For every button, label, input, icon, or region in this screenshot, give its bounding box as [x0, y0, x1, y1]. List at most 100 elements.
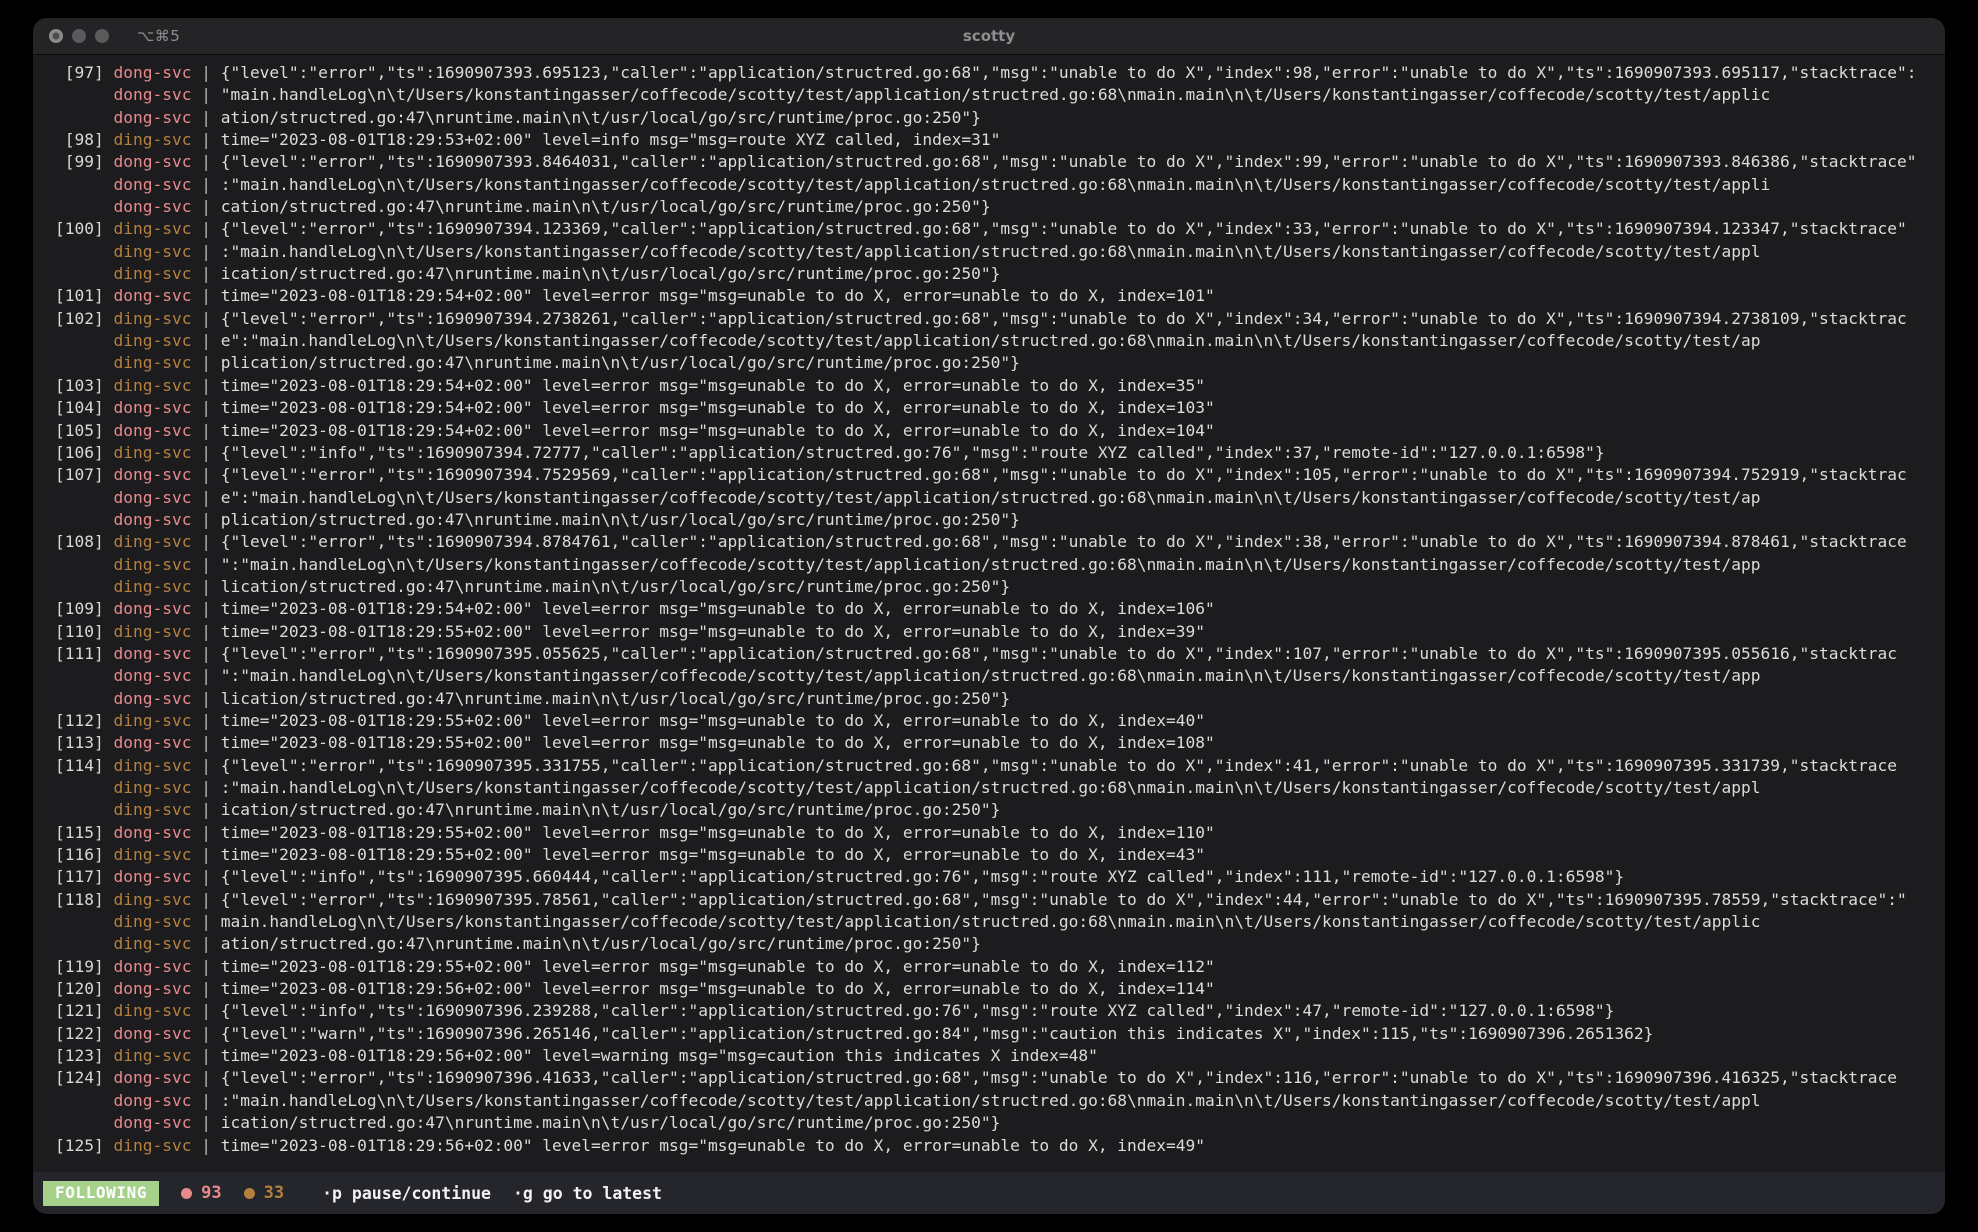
log-line-index: [101] [55, 286, 114, 306]
log-separator: | [191, 1113, 221, 1133]
log-message: plication/structred.go:47\nruntime.main\… [220, 353, 1020, 373]
log-line[interactable]: [105] dong-svc | time="2023-08-01T18:29:… [33, 420, 1945, 442]
log-line-index [55, 197, 113, 216]
log-service-label: ding-svc [113, 442, 192, 462]
log-message: time="2023-08-01T18:29:56+02:00" level=e… [220, 979, 1215, 999]
log-line[interactable]: [110] ding-svc | time="2023-08-01T18:29:… [33, 621, 1945, 643]
log-separator: | [191, 1135, 221, 1155]
log-line-index: [120] [55, 979, 114, 999]
log-line-index: [124] [55, 1068, 114, 1088]
log-line[interactable]: ding-svc | ":"main.handleLog\n\t/Users/k… [33, 554, 1945, 576]
log-line[interactable]: [120] dong-svc | time="2023-08-01T18:29:… [33, 978, 1945, 1000]
log-line[interactable]: [101] dong-svc | time="2023-08-01T18:29:… [33, 285, 1945, 307]
log-service-label: dong-svc [113, 822, 192, 842]
log-message: {"level":"info","ts":1690907394.72777,"c… [220, 442, 1605, 462]
log-line[interactable]: ding-svc | ication/structred.go:47\nrunt… [33, 799, 1945, 821]
keybinding-hint[interactable]: ·g go to latest [513, 1184, 662, 1203]
log-line[interactable]: [109] dong-svc | time="2023-08-01T18:29:… [33, 598, 1945, 620]
log-line[interactable]: [98] ding-svc | time="2023-08-01T18:29:5… [33, 129, 1945, 151]
log-separator: | [191, 63, 221, 82]
log-line[interactable]: [118] ding-svc | {"level":"error","ts":1… [33, 889, 1945, 911]
log-line[interactable]: [123] ding-svc | time="2023-08-01T18:29:… [33, 1045, 1945, 1067]
log-line[interactable]: [115] dong-svc | time="2023-08-01T18:29:… [33, 822, 1945, 844]
follow-mode-badge[interactable]: FOLLOWING [43, 1180, 160, 1206]
terminal-window: ⌥⌘5 scotty [97] dong-svc | {"level":"err… [33, 18, 1945, 1214]
keybinding-label: go to latest [542, 1183, 662, 1203]
log-line-index: [110] [55, 621, 114, 641]
log-line[interactable]: ding-svc | :"main.handleLog\n\t/Users/ko… [33, 241, 1945, 263]
log-line-index [55, 1113, 113, 1132]
log-message: "main.handleLog\n\t/Users/konstantingass… [220, 85, 1771, 105]
log-service-label: dong-svc [113, 956, 192, 976]
log-line[interactable]: dong-svc | ication/structred.go:47\nrunt… [33, 1112, 1945, 1134]
log-line[interactable]: [103] ding-svc | time="2023-08-01T18:29:… [33, 375, 1945, 397]
log-line[interactable]: [125] ding-svc | time="2023-08-01T18:29:… [33, 1135, 1945, 1157]
log-line[interactable]: [117] dong-svc | {"level":"info","ts":16… [33, 866, 1945, 888]
keybinding-hint[interactable]: ·p pause/continue [322, 1184, 491, 1203]
log-line[interactable]: [97] dong-svc | {"level":"error","ts":16… [33, 62, 1945, 84]
log-line-index: [114] [55, 755, 114, 775]
log-line[interactable]: ding-svc | ication/structred.go:47\nrunt… [33, 263, 1945, 285]
close-button[interactable] [49, 29, 63, 43]
log-line[interactable]: [106] ding-svc | {"level":"info","ts":16… [33, 442, 1945, 464]
log-line[interactable]: ding-svc | lication/structred.go:47\nrun… [33, 576, 1945, 598]
log-line[interactable]: [121] ding-svc | {"level":"info","ts":16… [33, 1000, 1945, 1022]
log-line-index: [106] [55, 442, 114, 462]
log-line-index: [102] [55, 308, 114, 328]
log-line[interactable]: [113] dong-svc | time="2023-08-01T18:29:… [33, 732, 1945, 754]
log-separator: | [191, 465, 221, 485]
log-line[interactable]: [114] ding-svc | {"level":"error","ts":1… [33, 755, 1945, 777]
log-line-index [55, 488, 113, 507]
log-service-label: dong-svc [113, 465, 192, 485]
log-line-index: [116] [55, 845, 114, 865]
log-line-index: [115] [55, 822, 114, 842]
log-message: time="2023-08-01T18:29:55+02:00" level=e… [220, 822, 1215, 842]
log-line-index: [112] [55, 710, 114, 730]
log-line[interactable]: [124] dong-svc | {"level":"error","ts":1… [33, 1067, 1945, 1089]
zoom-button[interactable] [95, 29, 109, 43]
log-message: time="2023-08-01T18:29:53+02:00" level=i… [220, 130, 1001, 150]
log-line[interactable]: [100] ding-svc | {"level":"error","ts":1… [33, 218, 1945, 240]
log-line-index [55, 912, 113, 931]
log-line[interactable]: [102] ding-svc | {"level":"error","ts":1… [33, 308, 1945, 330]
log-separator: | [191, 554, 221, 574]
log-line[interactable]: ding-svc | ation/structred.go:47\nruntim… [33, 933, 1945, 955]
log-line[interactable]: dong-svc | plication/structred.go:47\nru… [33, 509, 1945, 531]
log-line[interactable]: [108] ding-svc | {"level":"error","ts":1… [33, 531, 1945, 553]
log-separator: | [191, 889, 221, 909]
log-line[interactable]: [116] ding-svc | time="2023-08-01T18:29:… [33, 844, 1945, 866]
log-separator: | [191, 576, 221, 596]
log-line[interactable]: [119] dong-svc | time="2023-08-01T18:29:… [33, 956, 1945, 978]
log-line[interactable]: dong-svc | cation/structred.go:47\nrunti… [33, 196, 1945, 218]
log-service-label: ding-svc [113, 130, 192, 150]
log-service-label: ding-svc [113, 934, 192, 954]
log-line[interactable]: dong-svc | "main.handleLog\n\t/Users/kon… [33, 84, 1945, 106]
log-line[interactable]: [122] dong-svc | {"level":"warn","ts":16… [33, 1023, 1945, 1045]
log-line[interactable]: ding-svc | :"main.handleLog\n\t/Users/ko… [33, 777, 1945, 799]
log-line[interactable]: [107] dong-svc | {"level":"error","ts":1… [33, 464, 1945, 486]
title-bar: ⌥⌘5 scotty [33, 18, 1945, 55]
log-line[interactable]: dong-svc | lication/structred.go:47\nrun… [33, 688, 1945, 710]
log-line[interactable]: ding-svc | plication/structred.go:47\nru… [33, 352, 1945, 374]
log-line[interactable]: [112] ding-svc | time="2023-08-01T18:29:… [33, 710, 1945, 732]
log-message: {"level":"error","ts":1690907394.2738261… [220, 308, 1907, 328]
log-message: plication/structred.go:47\nruntime.main\… [220, 509, 1020, 529]
log-line[interactable]: ding-svc | e":"main.handleLog\n\t/Users/… [33, 330, 1945, 352]
log-line[interactable]: [111] dong-svc | {"level":"error","ts":1… [33, 643, 1945, 665]
minimize-button[interactable] [72, 29, 86, 43]
log-line[interactable]: [99] dong-svc | {"level":"error","ts":16… [33, 151, 1945, 173]
log-separator: | [191, 845, 221, 865]
log-line-index: [108] [55, 532, 114, 552]
log-line[interactable]: ding-svc | main.handleLog\n\t/Users/kons… [33, 911, 1945, 933]
log-line[interactable]: dong-svc | :"main.handleLog\n\t/Users/ko… [33, 174, 1945, 196]
log-service-label: dong-svc [113, 107, 192, 127]
log-service-label: ding-svc [113, 800, 192, 820]
log-line[interactable]: dong-svc | :"main.handleLog\n\t/Users/ko… [33, 1090, 1945, 1112]
log-line[interactable]: dong-svc | ":"main.handleLog\n\t/Users/k… [33, 665, 1945, 687]
log-line-index [55, 577, 113, 596]
log-line[interactable]: dong-svc | ation/structred.go:47\nruntim… [33, 107, 1945, 129]
log-line[interactable]: dong-svc | e":"main.handleLog\n\t/Users/… [33, 487, 1945, 509]
warning-count-value: 33 [263, 1183, 285, 1203]
log-output-pane[interactable]: [97] dong-svc | {"level":"error","ts":16… [33, 55, 1945, 1172]
log-line[interactable]: [104] dong-svc | time="2023-08-01T18:29:… [33, 397, 1945, 419]
